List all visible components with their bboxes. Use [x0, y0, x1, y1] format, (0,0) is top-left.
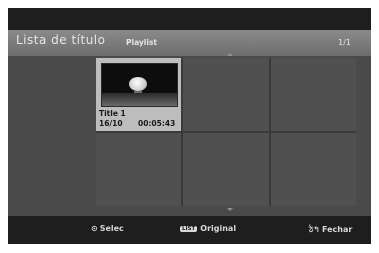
empty-cell [183, 133, 269, 206]
empty-cell [183, 58, 269, 131]
select-icon: ⊙ [91, 224, 98, 233]
return-icon: ঠ↰ [309, 225, 320, 234]
scroll-down-icon[interactable] [227, 208, 233, 211]
thumbnail-ground [102, 93, 177, 106]
page-title: Lista de título [16, 33, 106, 47]
empty-cell [270, 58, 356, 131]
original-label: Original [200, 224, 237, 233]
title-cell-1[interactable]: Title 1 16/10 00:05:43 [96, 58, 182, 131]
mode-label: Playlist [126, 38, 157, 47]
footer-bar: ⊙ Selec LIST Original ঠ↰ Fechar [8, 216, 371, 244]
title-grid: Title 1 16/10 00:05:43 [96, 58, 356, 206]
select-hint[interactable]: ⊙ Selec [91, 224, 124, 233]
header-bar: Lista de título Playlist 1/1 [8, 30, 371, 56]
thumbnail-ball [129, 77, 147, 91]
title-duration: 00:05:43 [138, 119, 176, 128]
page-indicator: 1/1 [338, 38, 351, 47]
empty-cell [96, 133, 182, 206]
select-label: Selec [99, 224, 124, 233]
title-name: Title 1 [99, 109, 126, 118]
close-label: Fechar [321, 225, 353, 234]
title-thumbnail [101, 63, 178, 107]
tv-osd-screen: Lista de título Playlist 1/1 Title 1 16/… [8, 8, 371, 244]
list-button-icon: LIST [180, 226, 198, 232]
close-hint[interactable]: ঠ↰ Fechar [309, 224, 352, 237]
empty-cell [270, 133, 356, 206]
title-date: 16/10 [99, 119, 123, 128]
scroll-up-icon[interactable] [227, 53, 233, 56]
original-hint[interactable]: LIST Original [180, 224, 236, 233]
